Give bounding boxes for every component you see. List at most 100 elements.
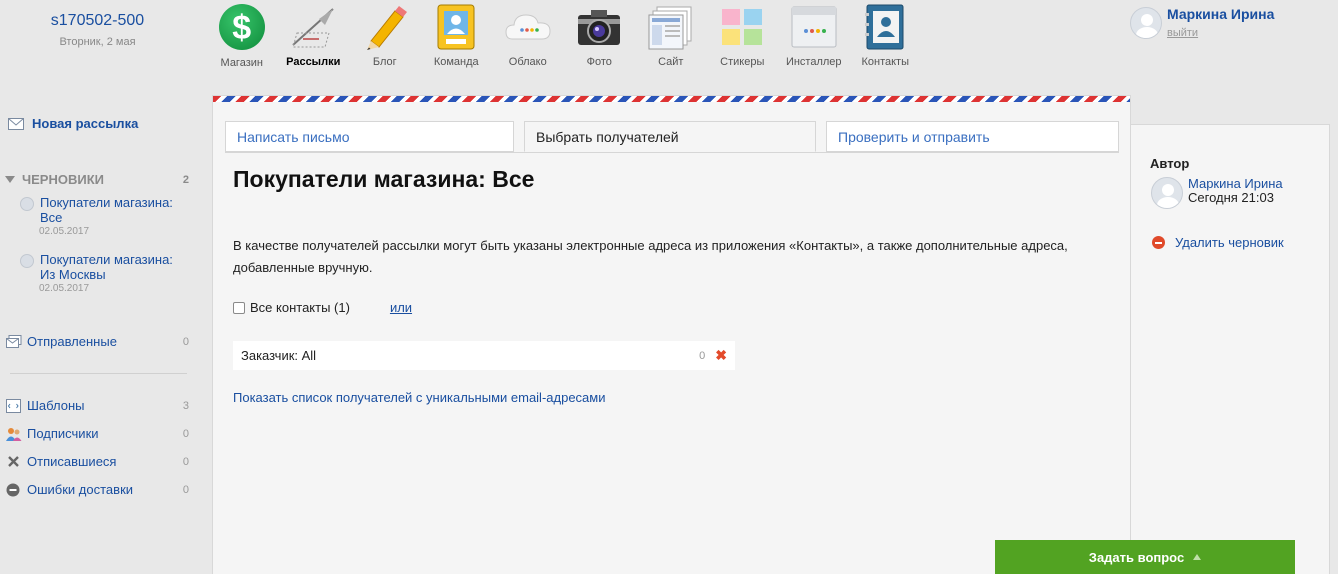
sidebar-item-templates[interactable]: Шаблоны 3	[6, 398, 189, 413]
new-mailing-label: Новая рассылка	[32, 116, 139, 131]
all-contacts-checkbox[interactable]	[233, 301, 245, 314]
app-label: Блог	[372, 56, 397, 68]
cloud-icon	[504, 3, 552, 51]
recipient-row: Заказчик: All 0 ✖	[233, 341, 735, 370]
subscribers-label: Подписчики	[27, 426, 99, 441]
templates-label: Шаблоны	[27, 398, 85, 413]
delete-draft-label: Удалить черновик	[1175, 235, 1284, 250]
delete-draft-button[interactable]: Удалить черновик	[1152, 235, 1284, 250]
user-avatar[interactable]	[1130, 7, 1162, 39]
sent-stack-icon	[6, 334, 22, 349]
site-icon	[647, 3, 695, 51]
or-link[interactable]: или	[390, 300, 412, 315]
tab-select-recipients[interactable]: Выбрать получателей	[524, 121, 816, 152]
app-label: Команда	[433, 56, 479, 68]
author-name[interactable]: Маркина Ирина	[1188, 176, 1283, 191]
show-unique-recipients-link[interactable]: Показать список получателей с уникальным…	[233, 390, 605, 405]
camera-icon	[575, 3, 623, 51]
unsubscribed-label: Отписавшиеся	[27, 454, 117, 469]
user-name[interactable]: Маркина Ирина	[1167, 6, 1274, 22]
app-label: Контакты	[861, 56, 909, 68]
ask-question-button[interactable]: Задать вопрос	[995, 540, 1295, 574]
user-avatar-icon	[20, 197, 34, 211]
template-icon	[6, 398, 22, 413]
draft-date: 02.05.2017	[39, 226, 90, 237]
sidebar-item-unsubscribed[interactable]: Отписавшиеся 0	[6, 454, 189, 469]
current-date: Вторник, 2 мая	[59, 36, 136, 48]
cross-icon	[6, 455, 22, 469]
app-photo[interactable]: Фото	[564, 3, 636, 69]
mailer-icon	[289, 3, 337, 51]
recipient-label: Заказчик: All	[241, 348, 317, 363]
draft-title-line1: Покупатели магазина:	[40, 252, 173, 267]
author-heading: Автор	[1150, 156, 1190, 171]
minus-circle-icon	[1152, 236, 1165, 249]
drafts-label: ЧЕРНОВИКИ	[22, 172, 104, 187]
tab-review-send[interactable]: Проверить и отправить	[826, 121, 1119, 152]
app-installer[interactable]: Инсталлер	[778, 3, 850, 69]
description-text: В качестве получателей рассылки могут бы…	[233, 238, 1068, 275]
logout-link[interactable]: выйти	[1167, 27, 1198, 39]
errors-label: Ошибки доставки	[27, 482, 134, 497]
drafts-section-header[interactable]: ЧЕРНОВИКИ 2	[5, 172, 189, 187]
tabs-underline	[225, 152, 1119, 153]
author-avatar	[1151, 177, 1183, 209]
app-bar: $ Магазин Рассылки Блог Команда Облако Ф…	[206, 3, 921, 69]
subscribers-icon	[6, 427, 22, 441]
tab-write-letter[interactable]: Написать письмо	[225, 121, 514, 152]
draft-title-line2: Из Москвы	[40, 267, 106, 282]
app-site[interactable]: Сайт	[635, 3, 707, 69]
envelope-icon	[8, 117, 24, 130]
minus-circle-icon	[6, 483, 22, 497]
account-block: s170502-500 Вторник, 2 мая	[0, 0, 195, 48]
caret-up-icon	[1193, 554, 1202, 560]
dollar-icon: $	[218, 4, 266, 52]
app-label: Сайт	[658, 56, 684, 68]
ask-question-label: Задать вопрос	[1088, 549, 1185, 565]
subscribers-count: 0	[182, 427, 189, 440]
draft-item[interactable]: Покупатели магазина: Все 02.05.2017	[20, 195, 190, 237]
airmail-border	[213, 96, 1130, 102]
app-label: Фото	[586, 56, 612, 68]
pencil-icon	[361, 3, 409, 51]
user-avatar-icon	[20, 254, 34, 268]
sent-count: 0	[182, 335, 189, 348]
app-team[interactable]: Команда	[421, 3, 493, 69]
sent-label: Отправленные	[27, 334, 117, 349]
collapse-triangle-icon	[5, 176, 15, 183]
draft-item[interactable]: Покупатели магазина: Из Москвы 02.05.201…	[20, 252, 190, 294]
author-time: Сегодня 21:03	[1188, 190, 1274, 205]
main-card: Написать письмо Выбрать получателей Пров…	[212, 95, 1131, 574]
app-contacts[interactable]: Контакты	[850, 3, 922, 69]
remove-recipient-icon[interactable]: ✖	[715, 347, 727, 364]
all-contacts-option: Все контакты (1) или	[233, 300, 412, 315]
all-contacts-label[interactable]: Все контакты (1)	[250, 300, 350, 315]
draft-title-line2: Все	[40, 210, 63, 225]
contacts-book-icon	[861, 3, 909, 51]
app-label: Облако	[508, 56, 547, 68]
new-mailing-link[interactable]: Новая рассылка	[8, 116, 138, 131]
app-label: Магазин	[220, 57, 263, 69]
page-title: Покупатели магазина: Все	[233, 166, 535, 192]
team-card-icon	[432, 3, 480, 51]
app-mailer[interactable]: Рассылки	[278, 3, 350, 69]
recipient-count: 0	[699, 349, 706, 362]
account-name[interactable]: s170502-500	[0, 12, 195, 30]
sidebar-divider	[10, 373, 187, 374]
draft-title-line1: Покупатели магазина:	[40, 195, 173, 210]
app-shop[interactable]: $ Магазин	[206, 3, 278, 69]
sidebar-item-subscribers[interactable]: Подписчики 0	[6, 426, 189, 441]
app-stickers[interactable]: Стикеры	[707, 3, 779, 69]
errors-count: 0	[182, 483, 189, 496]
stickers-icon	[718, 3, 766, 51]
app-label: Рассылки	[286, 56, 341, 68]
app-blog[interactable]: Блог	[349, 3, 421, 69]
drafts-count: 2	[182, 173, 189, 186]
templates-count: 3	[182, 399, 189, 412]
installer-icon	[790, 3, 838, 51]
sidebar-item-errors[interactable]: Ошибки доставки 0	[6, 482, 189, 497]
app-label: Стикеры	[720, 56, 765, 68]
right-panel: Автор Маркина Ирина Сегодня 21:03 Удалит…	[1131, 124, 1330, 574]
sidebar-item-sent[interactable]: Отправленные 0	[6, 334, 189, 349]
app-cloud[interactable]: Облако	[492, 3, 564, 69]
